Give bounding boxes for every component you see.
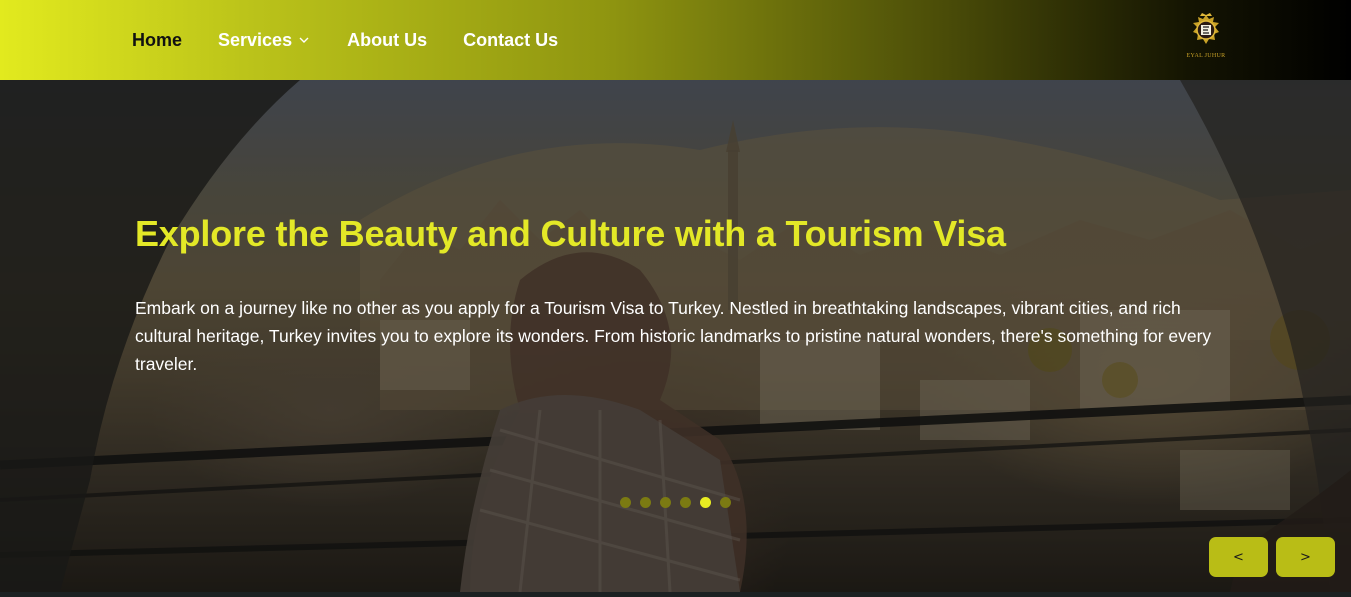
slider-dot-3[interactable] — [660, 497, 671, 508]
nav-link-contact-us[interactable]: Contact Us — [463, 30, 558, 51]
slider-dot-1[interactable] — [620, 497, 631, 508]
slider-dot-5-active[interactable] — [700, 497, 711, 508]
hero-description: Embark on a journey like no other as you… — [135, 298, 1212, 374]
logo-caption: EYAL JUHUR — [1186, 53, 1226, 59]
nav-link-home[interactable]: Home — [132, 30, 182, 51]
brand-logo[interactable]: EYAL JUHUR — [1183, 12, 1229, 64]
slider-pagination — [620, 497, 740, 508]
slider-dot-2[interactable] — [640, 497, 651, 508]
crest-logo-icon — [1193, 13, 1219, 44]
top-navbar: Home Services About Us Contact Us EYAL J… — [0, 0, 1351, 80]
slider-next-button[interactable]: > — [1276, 537, 1335, 577]
nav-link-services-label: Services — [218, 29, 293, 50]
slider-dot-4[interactable] — [680, 497, 691, 508]
slider-dot-6[interactable] — [720, 497, 731, 508]
nav-link-services[interactable]: Services — [218, 30, 310, 51]
hero-title: Explore the Beauty and Culture with a To… — [135, 213, 1006, 254]
page-bottom-strip — [0, 592, 1351, 597]
nav-link-about-us[interactable]: About Us — [347, 30, 427, 51]
chevron-down-icon — [299, 37, 309, 43]
hero-slider: Explore the Beauty and Culture with a To… — [0, 80, 1351, 592]
slider-prev-button[interactable]: < — [1209, 537, 1268, 577]
nav-links: Home Services About Us Contact Us — [132, 0, 558, 80]
